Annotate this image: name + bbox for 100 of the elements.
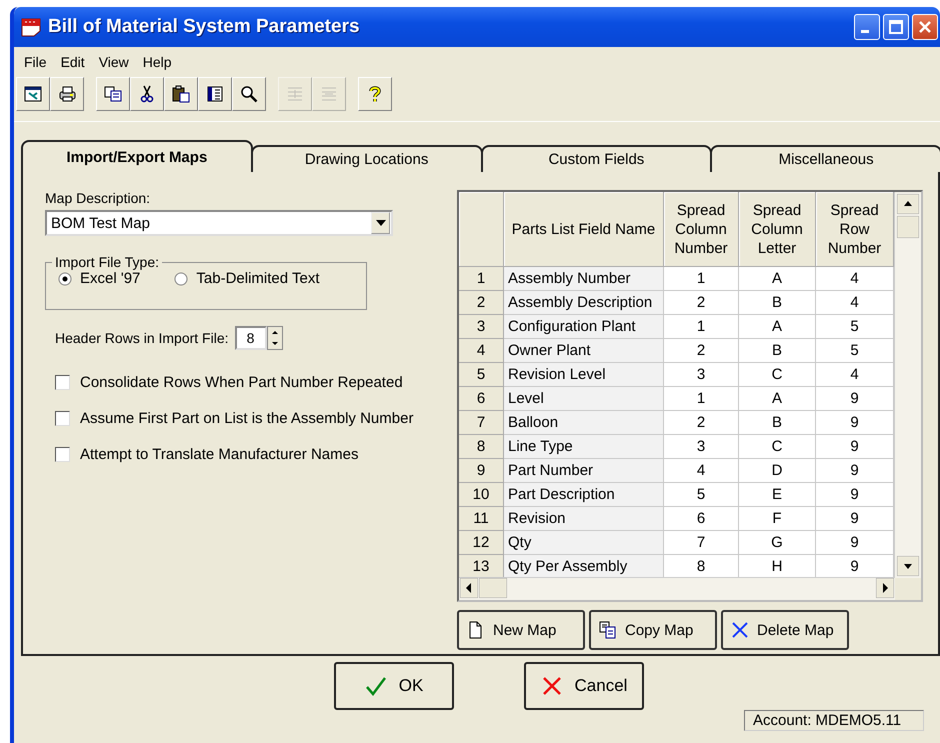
table-cell: 3 [664, 363, 739, 387]
table-cell: 1 [664, 387, 739, 411]
status-text: Account: MDEMO5.11 [744, 710, 924, 731]
toolbar-button[interactable] [358, 77, 392, 111]
checkbox-option[interactable]: Assume First Part on List is the Assembly Number [55, 400, 443, 436]
tab[interactable]: Import/Export Maps [21, 140, 253, 172]
table-cell: A [739, 267, 816, 291]
map-description-dropdown[interactable]: BOM Test Map [45, 210, 393, 236]
table-cell: 8 [664, 555, 739, 579]
map-button[interactable]: New Map [457, 610, 585, 650]
menu-item[interactable]: Help [136, 53, 178, 71]
row-number: 12 [459, 531, 504, 555]
table-cell: A [739, 387, 816, 411]
table-cell: E [739, 483, 816, 507]
table-cell: Line Type [504, 435, 664, 459]
toolbar-button[interactable] [232, 77, 266, 111]
row-number: 6 [459, 387, 504, 411]
vertical-scrollbar[interactable] [894, 192, 921, 578]
ok-button[interactable]: OK [334, 662, 454, 710]
row-number: 4 [459, 339, 504, 363]
app-icon [20, 16, 42, 38]
toolbar-button[interactable] [50, 77, 84, 111]
field-label: Header Rows in Import File: [55, 330, 229, 346]
checkmark-icon [364, 675, 387, 697]
toolbar-button[interactable] [130, 77, 164, 111]
table-cell: Configuration Plant [504, 315, 664, 339]
table-cell: 9 [816, 387, 894, 411]
spinner-arrows[interactable] [266, 326, 283, 350]
tab[interactable]: Miscellaneous [710, 145, 940, 172]
minimize-button[interactable] [854, 14, 880, 40]
checkbox-option[interactable]: Consolidate Rows When Part Number Repeated [55, 364, 443, 400]
menu-item[interactable]: Edit [54, 53, 91, 71]
table-cell: H [739, 555, 816, 579]
table-cell: D [739, 459, 816, 483]
table-cell: Level [504, 387, 664, 411]
map-button[interactable]: Delete Map [721, 610, 849, 650]
magnifier-icon [239, 84, 259, 104]
table-cell: 9 [816, 507, 894, 531]
map-button[interactable]: Copy Map [589, 610, 717, 650]
scroll-up-icon[interactable] [897, 194, 919, 214]
column-header: Spread Column Number [664, 192, 739, 267]
table-cell: 5 [816, 315, 894, 339]
column-header: Spread Row Number [816, 192, 894, 267]
table-cell: 9 [816, 555, 894, 579]
scroll-right-icon[interactable] [876, 578, 894, 598]
maximize-button[interactable] [883, 14, 909, 40]
tab[interactable]: Custom Fields [480, 145, 712, 172]
table-cell: 9 [816, 411, 894, 435]
horizontal-scrollbar[interactable] [459, 577, 895, 600]
row-number: 3 [459, 315, 504, 339]
table-cell: Part Description [504, 483, 664, 507]
table-cell: Owner Plant [504, 339, 664, 363]
cancel-button[interactable]: Cancel [524, 662, 644, 710]
table-cell: Revision [504, 507, 664, 531]
table-cell: B [739, 339, 816, 363]
close-button[interactable] [912, 14, 938, 40]
table-cell: Assembly Number [504, 267, 664, 291]
table-cell: Part Number [504, 459, 664, 483]
table-cell: 4 [816, 363, 894, 387]
delete-x-icon [731, 621, 749, 639]
scroll-thumb[interactable] [897, 216, 919, 238]
table-cell: 9 [816, 435, 894, 459]
table-cell: B [739, 291, 816, 315]
table-cell: Qty [504, 531, 664, 555]
checkbox-option[interactable]: Attempt to Translate Manufacturer Names [55, 436, 443, 472]
preview-icon [23, 84, 43, 104]
header-rows-field[interactable]: 8 [234, 326, 267, 350]
toolbar-button[interactable] [164, 77, 198, 111]
table-cell: 5 [664, 483, 739, 507]
table-cell: 9 [816, 483, 894, 507]
row-number: 2 [459, 291, 504, 315]
scroll-left-icon[interactable] [460, 578, 478, 598]
table-cell: G [739, 531, 816, 555]
toolbar-button[interactable] [198, 77, 232, 111]
scroll-thumb[interactable] [479, 578, 507, 598]
tab[interactable]: Drawing Locations [250, 145, 482, 172]
toolbar-button[interactable] [16, 77, 50, 111]
copy-icon [103, 84, 123, 104]
menu-item[interactable]: File [18, 53, 53, 71]
table-cell: 4 [816, 267, 894, 291]
table-cell: 1 [664, 267, 739, 291]
table-cell: 3 [664, 435, 739, 459]
toolbar-button[interactable] [96, 77, 130, 111]
menu-item[interactable]: View [92, 53, 135, 71]
table-cell: 1 [664, 315, 739, 339]
table-cell: 2 [664, 291, 739, 315]
table-cell: Assembly Description [504, 291, 664, 315]
row-number: 8 [459, 435, 504, 459]
window-title: Bill of Material System Parameters [48, 16, 360, 38]
table-cell: 9 [816, 459, 894, 483]
dropdown-arrow-icon [376, 220, 386, 226]
table-cell: B [739, 411, 816, 435]
radio-option[interactable]: Tab-Delimited Text [174, 270, 320, 287]
table-cell: Revision Level [504, 363, 664, 387]
radio-option[interactable]: Excel '97 [58, 270, 140, 287]
scroll-down-icon[interactable] [897, 556, 919, 576]
copy-icon [599, 621, 617, 639]
row-number: 9 [459, 459, 504, 483]
table-cell: 4 [664, 459, 739, 483]
table-cell: C [739, 363, 816, 387]
